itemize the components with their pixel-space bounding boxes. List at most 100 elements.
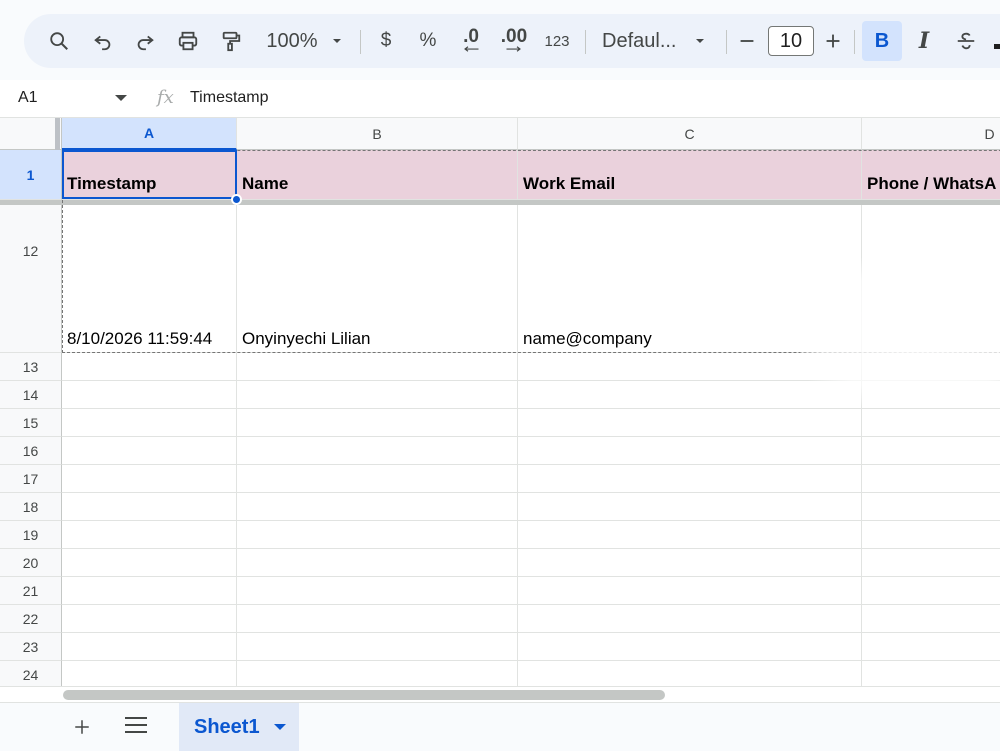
chevron-down-icon[interactable] (115, 95, 127, 101)
cell-b13[interactable] (237, 353, 518, 381)
row-header-18[interactable]: 18 (0, 493, 62, 521)
cell-a12[interactable]: 8/10/2026 11:59:44 (62, 205, 237, 353)
column-header-b[interactable]: B (237, 118, 518, 150)
cell-b18[interactable] (237, 493, 518, 521)
cell-a18[interactable] (62, 493, 237, 521)
cell-d24[interactable] (862, 661, 1000, 686)
chevron-down-icon[interactable] (274, 724, 286, 730)
add-sheet-button[interactable] (70, 715, 94, 739)
sheet-tab-sheet1[interactable]: Sheet1 (179, 703, 299, 751)
bold-button[interactable]: B (862, 21, 902, 61)
zoom-select[interactable]: 100% (262, 14, 322, 68)
paint-format-icon[interactable] (216, 14, 246, 68)
cell-d19[interactable] (862, 521, 1000, 549)
cell-d15[interactable] (862, 409, 1000, 437)
row-header-16[interactable]: 16 (0, 437, 62, 465)
cell-c20[interactable] (518, 549, 862, 577)
cell-b15[interactable] (237, 409, 518, 437)
column-header-d[interactable]: D (862, 118, 1000, 150)
cell-a23[interactable] (62, 633, 237, 661)
cell-d22[interactable] (862, 605, 1000, 633)
percent-format-button[interactable]: % (416, 14, 440, 68)
row-header-12[interactable]: 12 (0, 205, 62, 353)
cell-b14[interactable] (237, 381, 518, 409)
row-header-19[interactable]: 19 (0, 521, 62, 549)
cell-d23[interactable] (862, 633, 1000, 661)
cell-a13[interactable] (62, 353, 237, 381)
horizontal-scrollbar-thumb[interactable] (63, 690, 665, 700)
name-box[interactable]: A1 (18, 89, 38, 107)
row-header-17[interactable]: 17 (0, 465, 62, 493)
decrease-font-icon[interactable] (736, 14, 758, 68)
cell-d16[interactable] (862, 437, 1000, 465)
cell-d17[interactable] (862, 465, 1000, 493)
cell-c15[interactable] (518, 409, 862, 437)
cell-b22[interactable] (237, 605, 518, 633)
cell-b24[interactable] (237, 661, 518, 686)
chevron-down-icon[interactable] (329, 14, 345, 68)
cell-a24[interactable] (62, 661, 237, 686)
cell-a21[interactable] (62, 577, 237, 605)
row-header-22[interactable]: 22 (0, 605, 62, 633)
cell-d1[interactable]: Phone / WhatsA (862, 150, 1000, 200)
row-header-24[interactable]: 24 (0, 661, 62, 686)
cell-b21[interactable] (237, 577, 518, 605)
row-header-1[interactable]: 1 (0, 150, 62, 200)
cell-c21[interactable] (518, 577, 862, 605)
redo-icon[interactable] (130, 14, 160, 68)
fill-handle[interactable] (231, 194, 242, 205)
row-header-23[interactable]: 23 (0, 633, 62, 661)
cell-b16[interactable] (237, 437, 518, 465)
cell-b17[interactable] (237, 465, 518, 493)
column-header-c[interactable]: C (518, 118, 862, 150)
select-all-corner[interactable] (0, 118, 62, 150)
italic-button[interactable]: I (912, 14, 936, 68)
cell-b12[interactable]: Onyinyechi Lilian (237, 205, 518, 353)
cell-c22[interactable] (518, 605, 862, 633)
row-header-15[interactable]: 15 (0, 409, 62, 437)
row-header-14[interactable]: 14 (0, 381, 62, 409)
cell-c16[interactable] (518, 437, 862, 465)
cell-a19[interactable] (62, 521, 237, 549)
increase-decimal-button[interactable]: .00 (498, 14, 530, 68)
cell-b19[interactable] (237, 521, 518, 549)
cell-a22[interactable] (62, 605, 237, 633)
cell-d21[interactable] (862, 577, 1000, 605)
cell-d20[interactable] (862, 549, 1000, 577)
decrease-decimal-button[interactable]: .0 (456, 14, 486, 68)
font-family-select[interactable]: Defaul... (602, 14, 680, 68)
search-icon[interactable] (44, 14, 74, 68)
strikethrough-icon[interactable] (953, 14, 979, 68)
currency-format-button[interactable]: $ (374, 14, 398, 68)
cell-a20[interactable] (62, 549, 237, 577)
formula-input[interactable]: Timestamp (190, 89, 269, 107)
cell-b23[interactable] (237, 633, 518, 661)
cell-c18[interactable] (518, 493, 862, 521)
cell-a15[interactable] (62, 409, 237, 437)
row-header-21[interactable]: 21 (0, 577, 62, 605)
cell-a17[interactable] (62, 465, 237, 493)
cell-d18[interactable] (862, 493, 1000, 521)
cell-a1[interactable]: Timestamp (62, 150, 237, 200)
cell-c23[interactable] (518, 633, 862, 661)
column-header-a[interactable]: A (62, 118, 237, 150)
print-icon[interactable] (173, 14, 203, 68)
text-color-icon[interactable] (994, 44, 1000, 49)
font-size-input[interactable]: 10 (768, 26, 814, 56)
all-sheets-menu-icon[interactable] (125, 717, 147, 737)
cell-a14[interactable] (62, 381, 237, 409)
row-header-13[interactable]: 13 (0, 353, 62, 381)
cell-c17[interactable] (518, 465, 862, 493)
cell-c19[interactable] (518, 521, 862, 549)
increase-font-icon[interactable] (822, 14, 844, 68)
cell-b1[interactable]: Name (237, 150, 518, 200)
chevron-down-icon[interactable] (692, 14, 708, 68)
horizontal-scrollbar[interactable] (0, 686, 1000, 702)
cell-b20[interactable] (237, 549, 518, 577)
row-header-20[interactable]: 20 (0, 549, 62, 577)
undo-icon[interactable] (88, 14, 118, 68)
cell-a16[interactable] (62, 437, 237, 465)
more-formats-button[interactable]: 123 (540, 14, 574, 68)
cell-c1[interactable]: Work Email (518, 150, 862, 200)
cell-c24[interactable] (518, 661, 862, 686)
